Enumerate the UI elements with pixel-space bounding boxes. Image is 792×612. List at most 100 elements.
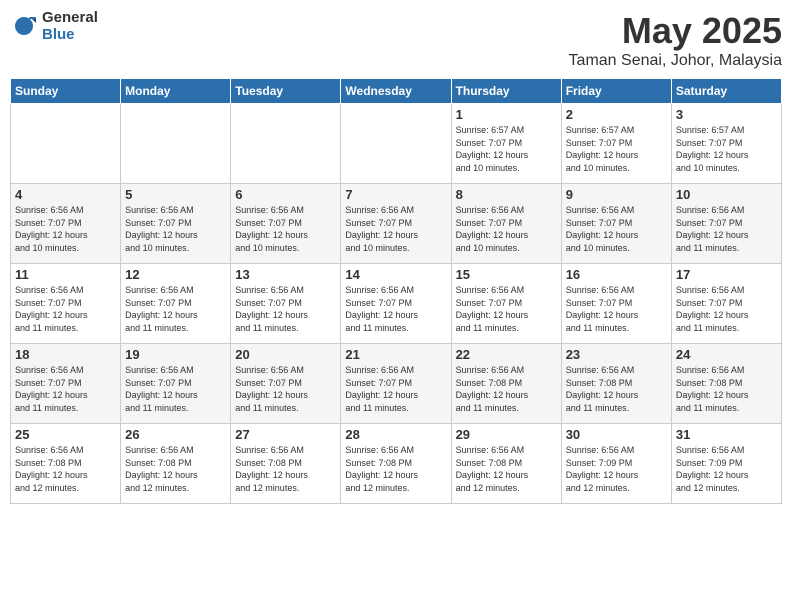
day-number: 31 (676, 427, 777, 442)
day-detail: Sunrise: 6:56 AM Sunset: 7:07 PM Dayligh… (456, 285, 529, 333)
day-cell: 20 Sunrise: 6:56 AM Sunset: 7:07 PM Dayli… (231, 344, 341, 424)
day-cell: 15Sunrise: 6:56 AM Sunset: 7:07 PM Dayli… (451, 264, 561, 344)
day-number: 19 (125, 347, 226, 362)
day-number: 18 (15, 347, 116, 362)
day-detail: Sunrise: 6:56 AM Sunset: 7:08 PM Dayligh… (345, 445, 418, 493)
day-cell: 7 Sunrise: 6:56 AM Sunset: 7:07 PM Daylig… (341, 184, 451, 264)
logo-general-text: General (42, 10, 98, 27)
day-number: 8 (456, 187, 557, 202)
day-cell: 1 Sunrise: 6:57 AM Sunset: 7:07 PM Daylig… (451, 104, 561, 184)
day-number: 9 (566, 187, 667, 202)
day-cell: 26 Sunrise: 6:56 AM Sunset: 7:08 PM Dayli… (121, 424, 231, 504)
day-detail: Sunrise: 6:56 AM Sunset: 7:07 PM Dayligh… (676, 205, 749, 253)
day-detail: Sunrise: 6:56 AM Sunset: 7:07 PM Dayligh… (15, 365, 88, 413)
day-number: 10 (676, 187, 777, 202)
day-number: 20 (235, 347, 336, 362)
day-detail: Sunrise: 6:56 AM Sunset: 7:08 PM Dayligh… (125, 445, 198, 493)
logo-icon (10, 13, 38, 41)
day-number: 29 (456, 427, 557, 442)
logo-text: General Blue (42, 10, 98, 43)
day-cell: 30 Sunrise: 6:56 AM Sunset: 7:09 PM Dayli… (561, 424, 671, 504)
day-detail: Sunrise: 6:56 AM Sunset: 7:07 PM Dayligh… (125, 365, 198, 413)
day-detail: Sunrise: 6:56 AM Sunset: 7:07 PM Dayligh… (345, 285, 418, 333)
day-detail: Sunrise: 6:56 AM Sunset: 7:07 PM Dayligh… (235, 205, 308, 253)
day-cell (11, 104, 121, 184)
col-header-sunday: Sunday (11, 79, 121, 104)
day-number: 5 (125, 187, 226, 202)
day-cell: 10 Sunrise: 6:56 AM Sunset: 7:07 PM Dayli… (671, 184, 781, 264)
col-header-saturday: Saturday (671, 79, 781, 104)
day-detail: Sunrise: 6:56 AM Sunset: 7:07 PM Dayligh… (125, 285, 198, 333)
header-row: SundayMondayTuesdayWednesdayThursdayFrid… (11, 79, 782, 104)
day-detail: Sunrise: 6:57 AM Sunset: 7:07 PM Dayligh… (676, 125, 749, 173)
day-cell: 29Sunrise: 6:56 AM Sunset: 7:08 PM Dayli… (451, 424, 561, 504)
col-header-monday: Monday (121, 79, 231, 104)
day-cell: 6 Sunrise: 6:56 AM Sunset: 7:07 PM Daylig… (231, 184, 341, 264)
logo: General Blue (10, 10, 98, 43)
day-number: 26 (125, 427, 226, 442)
day-cell: 25 Sunrise: 6:56 AM Sunset: 7:08 PM Dayli… (11, 424, 121, 504)
day-number: 14 (345, 267, 446, 282)
day-cell: 22Sunrise: 6:56 AM Sunset: 7:08 PM Dayli… (451, 344, 561, 424)
day-detail: Sunrise: 6:56 AM Sunset: 7:07 PM Dayligh… (235, 285, 308, 333)
day-cell (121, 104, 231, 184)
day-detail: Sunrise: 6:57 AM Sunset: 7:07 PM Dayligh… (566, 125, 639, 173)
day-number: 4 (15, 187, 116, 202)
day-number: 11 (15, 267, 116, 282)
week-row-1: 1 Sunrise: 6:57 AM Sunset: 7:07 PM Daylig… (11, 104, 782, 184)
day-cell: 18 Sunrise: 6:56 AM Sunset: 7:07 PM Dayli… (11, 344, 121, 424)
day-cell: 5 Sunrise: 6:56 AM Sunset: 7:07 PM Daylig… (121, 184, 231, 264)
week-row-4: 18 Sunrise: 6:56 AM Sunset: 7:07 PM Dayli… (11, 344, 782, 424)
day-cell: 2 Sunrise: 6:57 AM Sunset: 7:07 PM Daylig… (561, 104, 671, 184)
day-cell: 21 Sunrise: 6:56 AM Sunset: 7:07 PM Dayli… (341, 344, 451, 424)
day-detail: Sunrise: 6:56 AM Sunset: 7:07 PM Dayligh… (345, 205, 418, 253)
day-number: 13 (235, 267, 336, 282)
day-detail: Sunrise: 6:56 AM Sunset: 7:08 PM Dayligh… (235, 445, 308, 493)
day-detail: Sunrise: 6:56 AM Sunset: 7:08 PM Dayligh… (15, 445, 88, 493)
day-number: 12 (125, 267, 226, 282)
day-cell: 23Sunrise: 6:56 AM Sunset: 7:08 PM Dayli… (561, 344, 671, 424)
day-detail: Sunrise: 6:56 AM Sunset: 7:08 PM Dayligh… (676, 365, 749, 413)
day-cell: 27Sunrise: 6:56 AM Sunset: 7:08 PM Dayli… (231, 424, 341, 504)
day-detail: Sunrise: 6:56 AM Sunset: 7:08 PM Dayligh… (566, 365, 639, 413)
day-number: 2 (566, 107, 667, 122)
day-number: 16 (566, 267, 667, 282)
week-row-2: 4 Sunrise: 6:56 AM Sunset: 7:07 PM Daylig… (11, 184, 782, 264)
day-cell (341, 104, 451, 184)
day-number: 21 (345, 347, 446, 362)
day-number: 7 (345, 187, 446, 202)
day-cell: 28Sunrise: 6:56 AM Sunset: 7:08 PM Dayli… (341, 424, 451, 504)
day-detail: Sunrise: 6:56 AM Sunset: 7:07 PM Dayligh… (676, 285, 749, 333)
day-cell: 16 Sunrise: 6:56 AM Sunset: 7:07 PM Dayli… (561, 264, 671, 344)
day-detail: Sunrise: 6:56 AM Sunset: 7:09 PM Dayligh… (566, 445, 639, 493)
location-title: Taman Senai, Johor, Malaysia (569, 52, 782, 70)
header: General Blue May 2025 Taman Senai, Johor… (10, 10, 782, 70)
day-cell: 12 Sunrise: 6:56 AM Sunset: 7:07 PM Dayli… (121, 264, 231, 344)
day-detail: Sunrise: 6:56 AM Sunset: 7:07 PM Dayligh… (125, 205, 198, 253)
day-detail: Sunrise: 6:56 AM Sunset: 7:07 PM Dayligh… (235, 365, 308, 413)
title-area: May 2025 Taman Senai, Johor, Malaysia (569, 10, 782, 70)
day-detail: Sunrise: 6:56 AM Sunset: 7:07 PM Dayligh… (566, 285, 639, 333)
day-number: 30 (566, 427, 667, 442)
logo-blue-text: Blue (42, 27, 98, 44)
day-detail: Sunrise: 6:56 AM Sunset: 7:07 PM Dayligh… (345, 365, 418, 413)
day-detail: Sunrise: 6:56 AM Sunset: 7:07 PM Dayligh… (566, 205, 639, 253)
week-row-3: 11 Sunrise: 6:56 AM Sunset: 7:07 PM Dayli… (11, 264, 782, 344)
day-detail: Sunrise: 6:56 AM Sunset: 7:08 PM Dayligh… (456, 365, 529, 413)
day-number: 25 (15, 427, 116, 442)
day-cell: 14 Sunrise: 6:56 AM Sunset: 7:07 PM Dayli… (341, 264, 451, 344)
day-number: 24 (676, 347, 777, 362)
day-cell: 8Sunrise: 6:56 AM Sunset: 7:07 PM Daylig… (451, 184, 561, 264)
week-row-5: 25 Sunrise: 6:56 AM Sunset: 7:08 PM Dayli… (11, 424, 782, 504)
col-header-tuesday: Tuesday (231, 79, 341, 104)
day-number: 6 (235, 187, 336, 202)
day-detail: Sunrise: 6:57 AM Sunset: 7:07 PM Dayligh… (456, 125, 529, 173)
day-cell: 24 Sunrise: 6:56 AM Sunset: 7:08 PM Dayli… (671, 344, 781, 424)
day-cell: 19 Sunrise: 6:56 AM Sunset: 7:07 PM Dayli… (121, 344, 231, 424)
day-cell: 4Sunrise: 6:56 AM Sunset: 7:07 PM Daylig… (11, 184, 121, 264)
day-cell: 13 Sunrise: 6:56 AM Sunset: 7:07 PM Dayli… (231, 264, 341, 344)
month-title: May 2025 (569, 10, 782, 52)
day-number: 1 (456, 107, 557, 122)
day-cell: 31Sunrise: 6:56 AM Sunset: 7:09 PM Dayli… (671, 424, 781, 504)
day-detail: Sunrise: 6:56 AM Sunset: 7:07 PM Dayligh… (15, 285, 88, 333)
